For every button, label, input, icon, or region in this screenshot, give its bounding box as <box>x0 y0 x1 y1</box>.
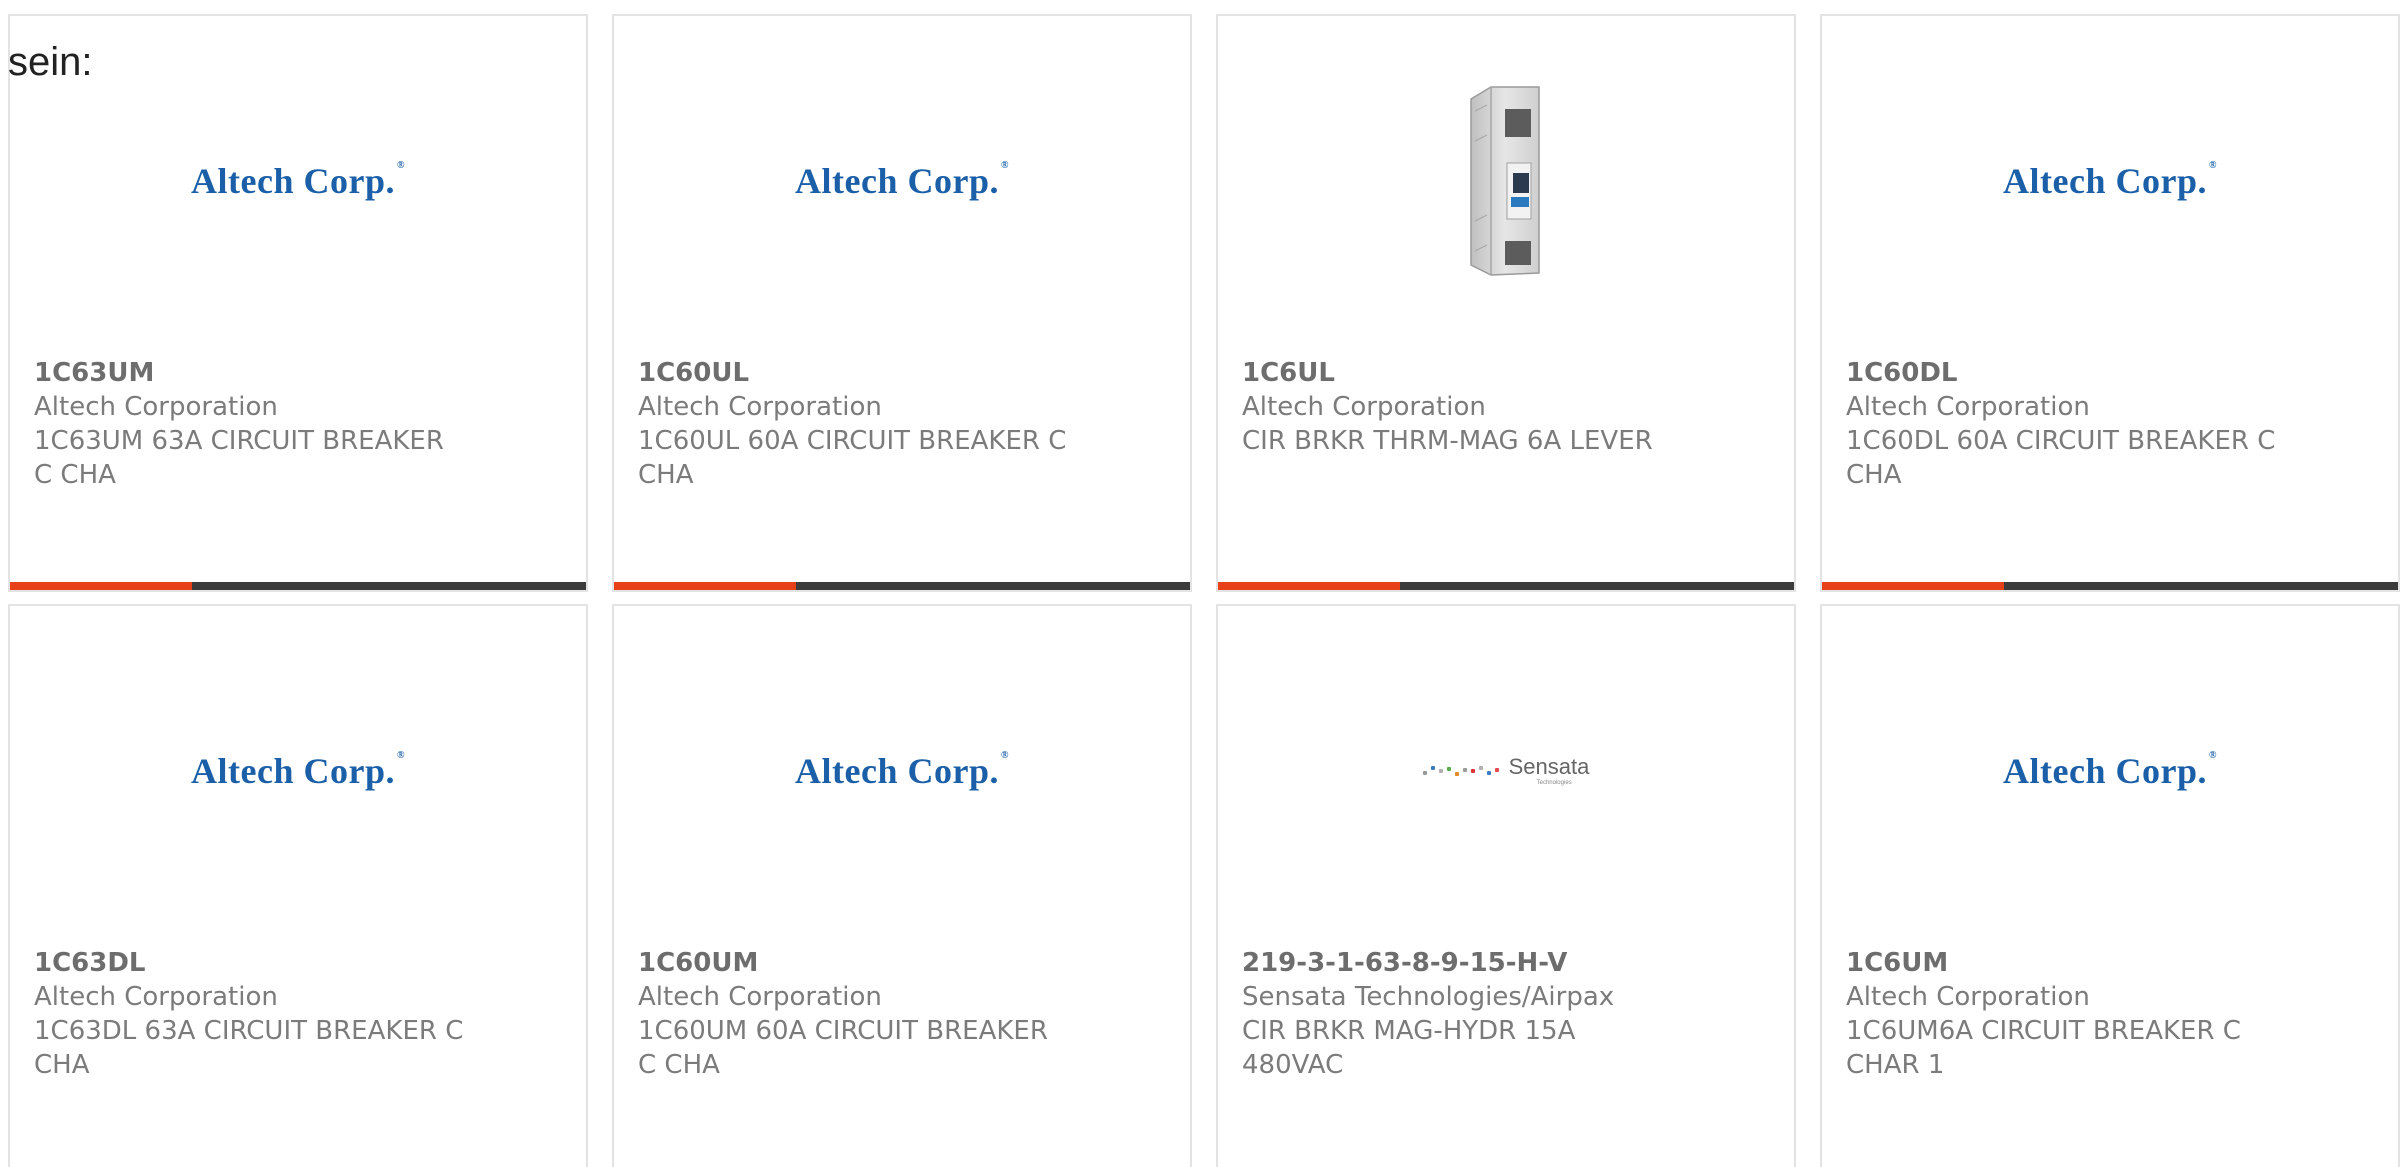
product-card[interactable]: Altech Corp. ® 1C6UM Altech Corporation 1… <box>1820 604 2400 1167</box>
product-card[interactable]: Altech Corp. ® 1C60DL Altech Corporation … <box>1820 14 2400 592</box>
description: 1C60UL 60A CIRCUIT BREAKER C CHA <box>638 426 1067 490</box>
part-number[interactable]: 1C6UL <box>1242 356 1770 390</box>
product-image-area[interactable]: Altech Corp. ® <box>1822 606 2398 936</box>
manufacturer: Altech Corporation <box>1242 392 1486 422</box>
part-number[interactable]: 1C60DL <box>1846 356 2374 390</box>
part-number[interactable]: 1C63UM <box>34 356 562 390</box>
part-number[interactable]: 1C60UL <box>638 356 1166 390</box>
product-image-area[interactable]: Altech Corp. ® <box>614 16 1190 346</box>
card-accent-bar <box>1822 582 2004 590</box>
product-image-area[interactable]: Altech Corp. ® <box>10 16 586 346</box>
product-card[interactable]: 1C6UL Altech Corporation CIR BRKR THRM-M… <box>1216 14 1796 592</box>
product-image-area[interactable] <box>1218 16 1794 346</box>
product-card[interactable]: Altech Corp. ® 1C60UM Altech Corporation … <box>612 604 1192 1167</box>
sensata-dots-icon <box>1422 766 1499 776</box>
manufacturer: Altech Corporation <box>1846 982 2090 1012</box>
description: 1C60UM 60A CIRCUIT BREAKER C CHA <box>638 1016 1048 1080</box>
manufacturer: Altech Corporation <box>34 392 278 422</box>
sensata-logo: Sensata Technologies <box>1422 754 1590 786</box>
product-image-area[interactable]: Altech Corp. ® <box>10 606 586 936</box>
card-bottom-bar <box>1218 582 1794 590</box>
manufacturer: Altech Corporation <box>638 982 882 1012</box>
part-number[interactable]: 1C6UM <box>1846 946 2374 980</box>
description: 1C60DL 60A CIRCUIT BREAKER C CHA <box>1846 426 2276 490</box>
description: 1C6UM6A CIRCUIT BREAKER C CHAR 1 <box>1846 1016 2241 1080</box>
altech-logo: Altech Corp. ® <box>795 160 1009 201</box>
altech-logo: Altech Corp. ® <box>2003 160 2217 201</box>
part-number[interactable]: 1C60UM <box>638 946 1166 980</box>
sensata-logo-name: Sensata <box>1508 754 1590 779</box>
card-bottom-bar <box>10 582 586 590</box>
product-card[interactable]: Sensata Technologies 219-3-1-63-8-9-15-H… <box>1216 604 1796 1167</box>
card-bottom-bar <box>1822 582 2398 590</box>
product-image-area[interactable]: Sensata Technologies <box>1218 606 1794 936</box>
description: 1C63UM 63A CIRCUIT BREAKER C CHA <box>34 426 444 490</box>
altech-logo: Altech Corp. ® <box>191 750 405 791</box>
description: CIR BRKR MAG-HYDR 15A 480VAC <box>1242 1016 1576 1080</box>
product-image-area[interactable]: Altech Corp. ® <box>1822 16 2398 346</box>
part-number[interactable]: 1C63DL <box>34 946 562 980</box>
circuit-breaker-image <box>1470 86 1540 276</box>
manufacturer: Altech Corporation <box>34 982 278 1012</box>
manufacturer: Altech Corporation <box>638 392 882 422</box>
manufacturer: Altech Corporation <box>1846 392 2090 422</box>
card-accent-bar <box>1218 582 1400 590</box>
product-card[interactable]: Altech Corp. ® 1C63UM Altech Corporation … <box>8 14 588 592</box>
sensata-logo-tagline: Technologies <box>1536 780 1572 786</box>
product-grid-page: sein: Altech Corp. ® 1C63UM Altech Corpor… <box>0 0 2400 1167</box>
altech-logo: Altech Corp. ® <box>2003 750 2217 791</box>
card-accent-bar <box>614 582 796 590</box>
description: 1C63DL 63A CIRCUIT BREAKER C CHA <box>34 1016 464 1080</box>
altech-logo: Altech Corp. ® <box>191 160 405 201</box>
manufacturer: Sensata Technologies/Airpax <box>1242 982 1615 1012</box>
intro-text: sein: <box>8 40 93 84</box>
product-image-area[interactable]: Altech Corp. ® <box>614 606 1190 936</box>
product-card[interactable]: Altech Corp. ® 1C63DL Altech Corporation … <box>8 604 588 1167</box>
card-bottom-bar <box>614 582 1190 590</box>
altech-logo: Altech Corp. ® <box>795 750 1009 791</box>
card-accent-bar <box>10 582 192 590</box>
part-number[interactable]: 219-3-1-63-8-9-15-H-V <box>1242 946 1770 980</box>
product-card[interactable]: Altech Corp. ® 1C60UL Altech Corporation … <box>612 14 1192 592</box>
description: CIR BRKR THRM-MAG 6A LEVER <box>1242 426 1653 456</box>
